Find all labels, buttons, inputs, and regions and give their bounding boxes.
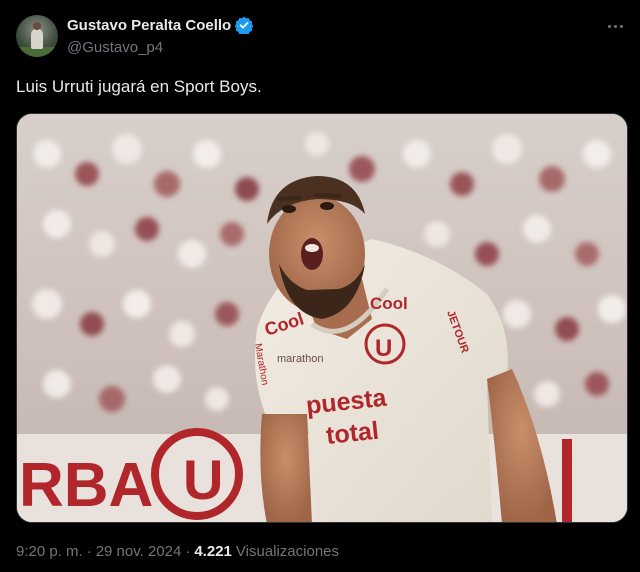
tweet-card: Gustavo Peralta Coello @Gustavo_p4 Luis …: [0, 0, 640, 572]
avatar-head: [33, 22, 41, 30]
jersey-crest-letter: U: [375, 335, 392, 362]
avatar-figure: [31, 29, 43, 49]
jersey-sponsor-right: Cool: [370, 294, 408, 313]
author-handle[interactable]: @Gustavo_p4: [67, 39, 163, 56]
banner-crest-letter: U: [183, 448, 223, 511]
tweet-meta: 9:20 p. m. · 29 nov. 2024 · 4.221 Visual…: [16, 543, 339, 560]
banner-text: RBA: [19, 451, 153, 520]
photo-illustration: RBA U Cool Cool marathon JETOUR Marathon…: [17, 114, 627, 522]
jersey-brand: marathon: [277, 353, 323, 365]
banner-stripe: [562, 439, 572, 522]
tweet-media-photo[interactable]: RBA U Cool Cool marathon JETOUR Marathon…: [16, 113, 628, 523]
player-left-arm: [260, 414, 312, 522]
player-eye-left: [282, 205, 296, 213]
more-dots-icon[interactable]: [604, 16, 626, 36]
author-display-name[interactable]: Gustavo Peralta Coello: [67, 17, 231, 34]
jersey-main-sponsor-2: total: [325, 417, 380, 450]
author-name-row: Gustavo Peralta Coello: [67, 16, 254, 36]
verified-badge-icon: [234, 16, 254, 36]
views-count: 4.221: [194, 543, 232, 560]
tweet-time[interactable]: 9:20 p. m.: [16, 543, 83, 560]
tweet-date[interactable]: 29 nov. 2024: [96, 543, 182, 560]
views-label: Visualizaciones: [235, 543, 340, 560]
tweet-text: Luis Urruti jugará en Sport Boys.: [16, 77, 262, 96]
player-mouth: [301, 238, 323, 270]
player-eye-right: [320, 202, 334, 210]
author-avatar[interactable]: [16, 15, 58, 57]
meta-separator: ·: [86, 543, 92, 560]
meta-separator: ·: [185, 543, 191, 560]
